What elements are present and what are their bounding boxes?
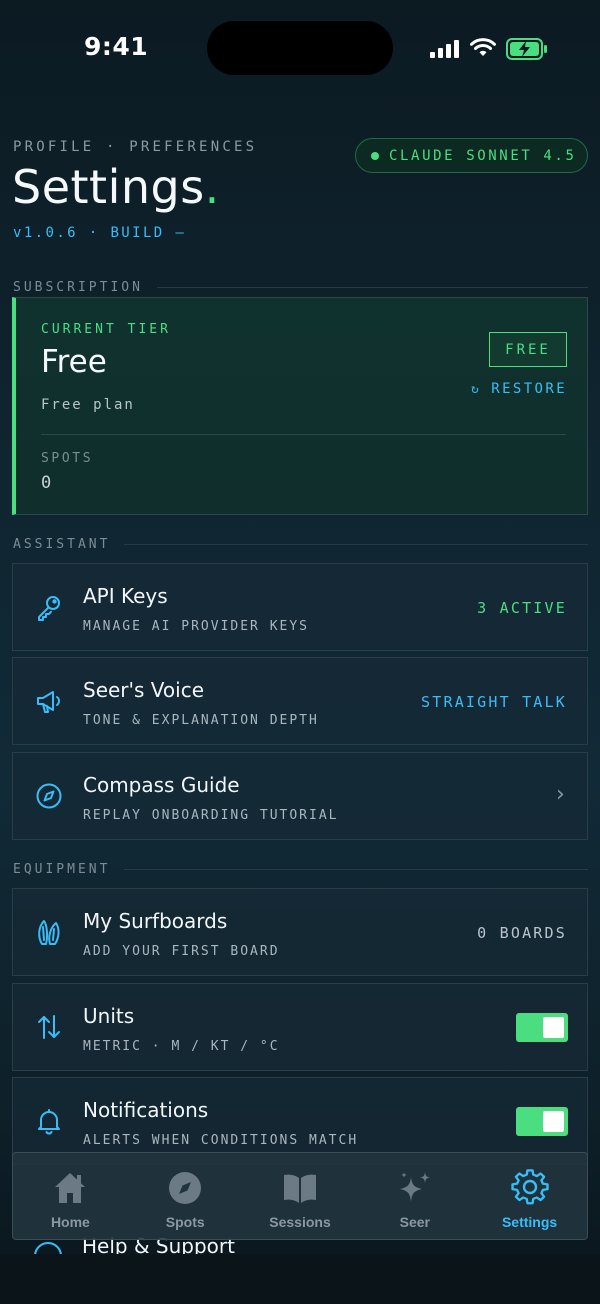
surfboards-subtitle: ADD YOUR FIRST BOARD bbox=[83, 944, 280, 959]
tab-home[interactable]: Home bbox=[13, 1153, 128, 1239]
home-indicator-area bbox=[0, 1254, 600, 1304]
tab-spots[interactable]: Spots bbox=[128, 1153, 243, 1239]
restore-icon: ↻ bbox=[471, 381, 482, 397]
tab-sessions[interactable]: Sessions bbox=[243, 1153, 358, 1239]
section-equipment: EQUIPMENT bbox=[13, 862, 588, 877]
tab-spots-label: Spots bbox=[165, 1214, 205, 1230]
toggle-knob bbox=[543, 1017, 564, 1038]
key-icon bbox=[38, 596, 60, 621]
gear-icon bbox=[510, 1169, 549, 1205]
compass-guide-subtitle: REPLAY ONBOARDING TUTORIAL bbox=[83, 808, 339, 823]
subscription-card: CURRENT TIER Free Free plan FREE ↻ RESTO… bbox=[12, 297, 588, 515]
toggle-knob bbox=[543, 1111, 564, 1132]
notifications-title: Notifications bbox=[83, 1098, 209, 1122]
seers-voice-value: STRAIGHT TALK bbox=[421, 693, 567, 711]
surfboards-title: My Surfboards bbox=[83, 909, 228, 933]
api-keys-title: API Keys bbox=[83, 584, 168, 608]
section-equipment-label: EQUIPMENT bbox=[13, 862, 111, 877]
surfboards-count: 0 BOARDS bbox=[477, 924, 567, 942]
bell-icon bbox=[38, 1109, 60, 1135]
section-divider bbox=[124, 869, 588, 870]
notifications-toggle[interactable] bbox=[516, 1107, 568, 1136]
help-icon bbox=[34, 1242, 62, 1254]
restore-button[interactable]: ↻ RESTORE bbox=[471, 381, 567, 397]
section-assistant-label: ASSISTANT bbox=[13, 537, 111, 552]
compass-icon bbox=[169, 1172, 202, 1204]
units-title: Units bbox=[83, 1004, 135, 1028]
page-eyebrow: PROFILE · PREFERENCES bbox=[13, 139, 258, 155]
book-icon bbox=[283, 1174, 316, 1203]
units-row: Units METRIC · M / KT / °C bbox=[12, 983, 588, 1071]
section-divider bbox=[156, 287, 588, 288]
surfboard-icon bbox=[38, 920, 60, 945]
spots-value: 0 bbox=[41, 473, 52, 493]
tab-settings[interactable]: Settings bbox=[472, 1153, 587, 1239]
version-label: v1.0.6 · BUILD — bbox=[13, 225, 187, 241]
sparkles-icon bbox=[399, 1172, 430, 1202]
tier-badge: FREE bbox=[489, 332, 567, 367]
tab-bar: Home Spots Sessions Seer Settings bbox=[12, 1152, 588, 1240]
swap-arrows-icon bbox=[38, 1015, 60, 1039]
compass-guide-title: Compass Guide bbox=[83, 773, 240, 797]
tier-description: Free plan bbox=[41, 397, 135, 413]
seers-voice-title: Seer's Voice bbox=[83, 678, 205, 702]
model-status-dot bbox=[371, 151, 379, 160]
api-keys-subtitle: MANAGE AI PROVIDER KEYS bbox=[83, 619, 310, 634]
compass-guide-row[interactable]: Compass Guide REPLAY ONBOARDING TUTORIAL… bbox=[12, 752, 588, 840]
tab-home-label: Home bbox=[50, 1214, 90, 1230]
restore-label: RESTORE bbox=[491, 381, 568, 397]
tab-sessions-label: Sessions bbox=[269, 1214, 331, 1230]
wifi-icon bbox=[470, 38, 496, 56]
surfboards-row[interactable]: My Surfboards ADD YOUR FIRST BOARD 0 BOA… bbox=[12, 888, 588, 976]
model-pill[interactable]: CLAUDE SONNET 4.5 bbox=[355, 138, 588, 173]
tab-seer-label: Seer bbox=[399, 1214, 430, 1230]
page-title-text: Settings bbox=[12, 160, 205, 214]
current-tier-label: CURRENT TIER bbox=[41, 322, 171, 337]
section-subscription-label: SUBSCRIPTION bbox=[13, 280, 143, 295]
tier-name: Free bbox=[41, 344, 107, 380]
model-pill-label: CLAUDE SONNET 4.5 bbox=[389, 147, 577, 164]
card-divider bbox=[41, 434, 566, 435]
api-keys-row[interactable]: API Keys MANAGE AI PROVIDER KEYS 3 ACTIV… bbox=[12, 563, 588, 651]
status-bar: 9:41 bbox=[0, 0, 600, 96]
notifications-subtitle: ALERTS WHEN CONDITIONS MATCH bbox=[83, 1133, 359, 1148]
section-divider bbox=[124, 544, 588, 545]
home-icon bbox=[55, 1173, 86, 1203]
page-title: Settings. bbox=[12, 160, 220, 214]
section-assistant: ASSISTANT bbox=[13, 537, 588, 552]
megaphone-icon bbox=[37, 691, 60, 713]
api-keys-status: 3 ACTIVE bbox=[477, 599, 567, 617]
tab-seer[interactable]: Seer bbox=[357, 1153, 472, 1239]
spots-label: SPOTS bbox=[41, 451, 94, 466]
status-time: 9:41 bbox=[84, 32, 149, 61]
seers-voice-subtitle: TONE & EXPLANATION DEPTH bbox=[83, 713, 319, 728]
units-subtitle: METRIC · M / KT / °C bbox=[83, 1039, 280, 1054]
page-title-dot: . bbox=[204, 160, 220, 214]
battery-charging-icon bbox=[506, 38, 547, 60]
units-toggle[interactable] bbox=[516, 1013, 568, 1042]
compass-icon bbox=[36, 783, 62, 809]
dynamic-island bbox=[207, 21, 393, 75]
seers-voice-row[interactable]: Seer's Voice TONE & EXPLANATION DEPTH ST… bbox=[12, 657, 588, 745]
tab-settings-label: Settings bbox=[501, 1214, 558, 1230]
chevron-right-icon: › bbox=[556, 782, 567, 807]
cellular-signal-icon bbox=[430, 40, 459, 58]
section-subscription: SUBSCRIPTION bbox=[13, 280, 588, 295]
